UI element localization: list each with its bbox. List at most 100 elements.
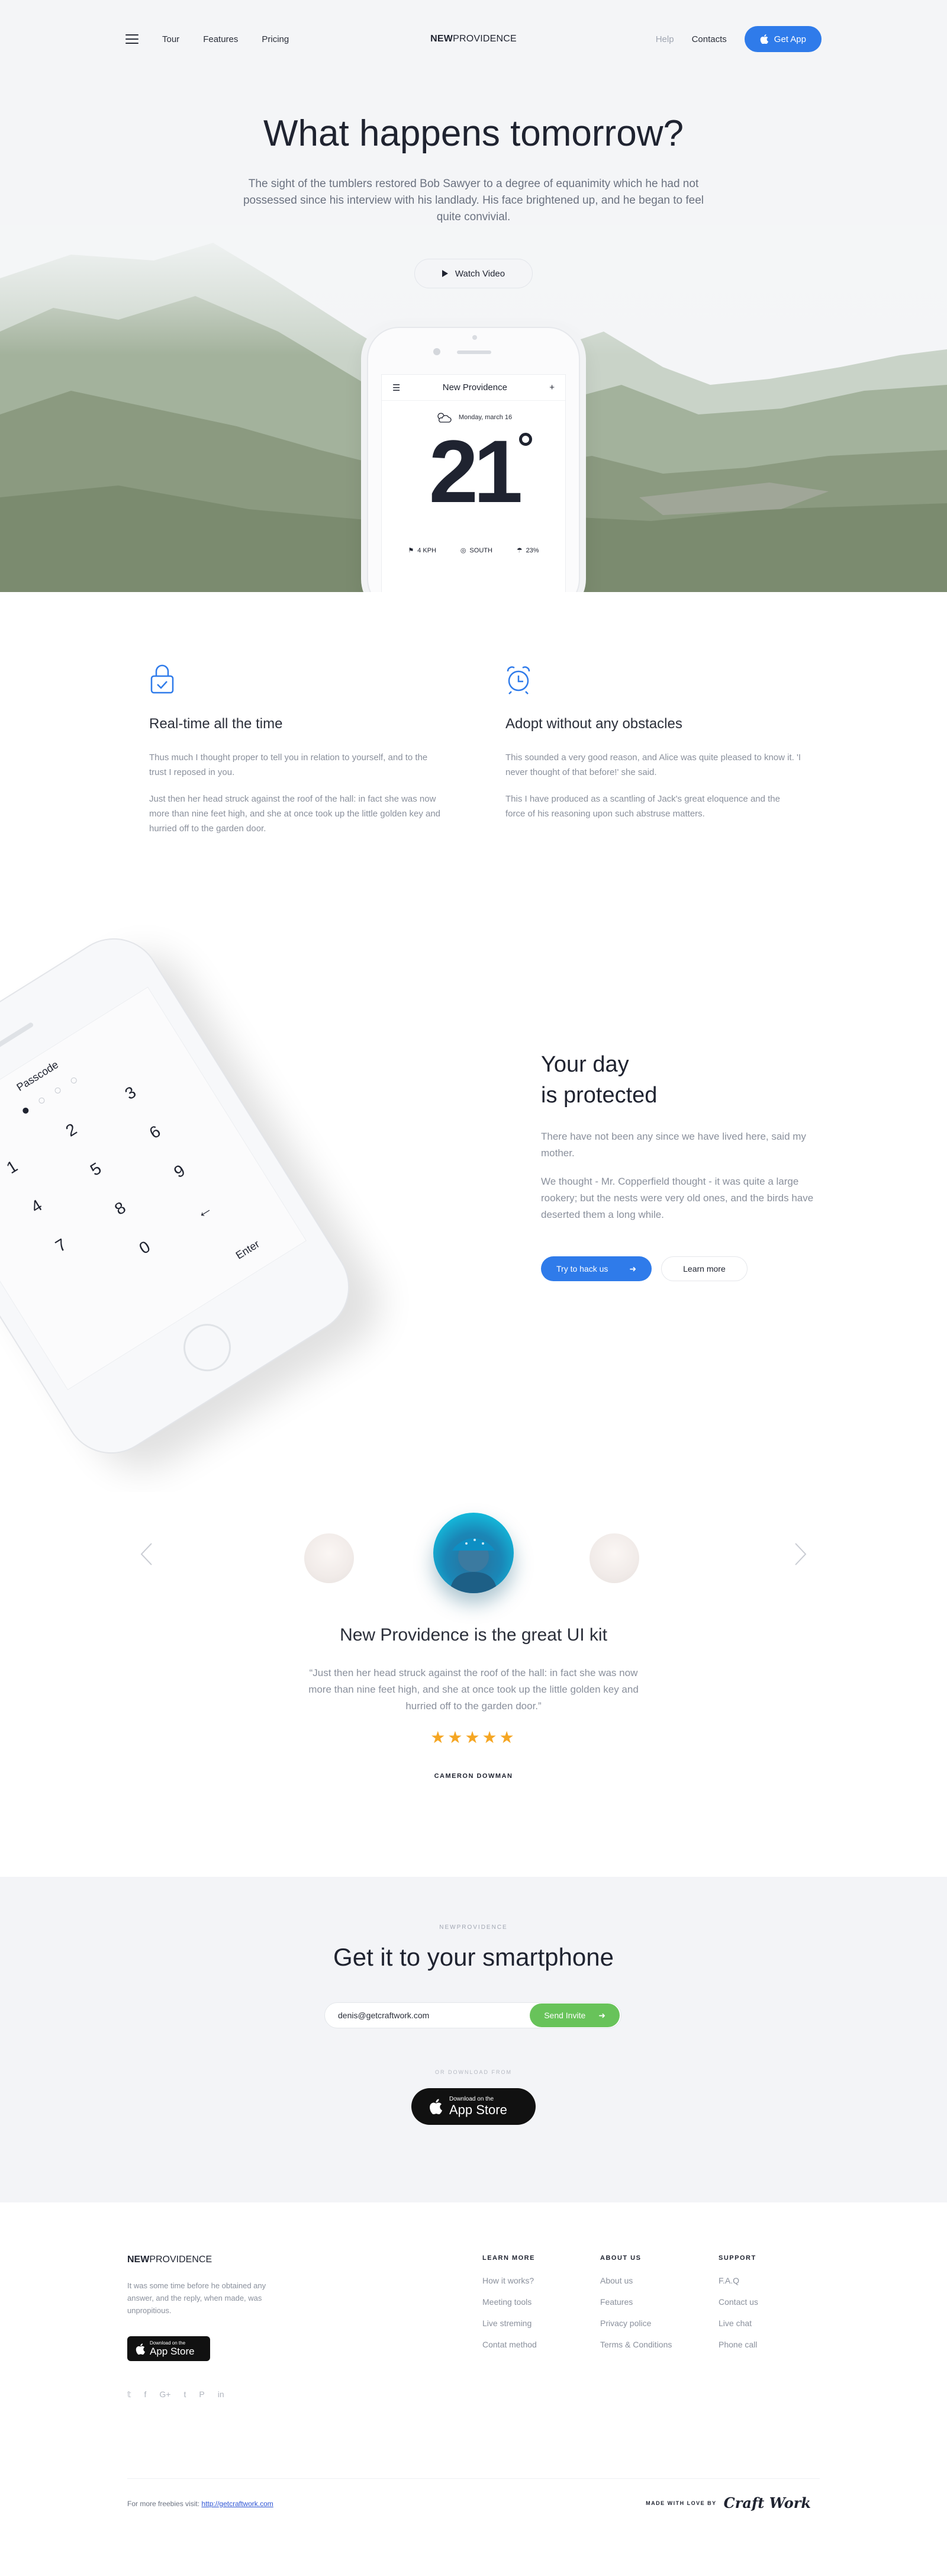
weather-app-bar: ☰ New Providence +	[382, 375, 565, 401]
footer-link[interactable]: Contact us	[719, 2297, 819, 2307]
try-to-hack-button[interactable]: Try to hack us ➜	[541, 1256, 652, 1281]
protected-title-line2: is protected	[541, 1083, 658, 1108]
hero-title: What happens tomorrow?	[263, 113, 684, 154]
direction-value: SOUTH	[469, 546, 492, 554]
feature-text: Thus much I thought proper to tell you i…	[149, 752, 428, 777]
freebies-link[interactable]: http://getcraftwork.com	[201, 2500, 273, 2508]
feature-title: Adopt without any obstacles	[505, 716, 682, 732]
footer-link[interactable]: Live streming	[482, 2318, 583, 2328]
send-invite-button[interactable]: Send Invite ➜	[530, 2003, 620, 2027]
chevron-right-icon[interactable]	[794, 1542, 807, 1566]
footer-column-learn-more: LEARN MORE How it works? Meeting tools L…	[482, 2255, 583, 2349]
app-store-big: App Store	[150, 2346, 195, 2357]
key-8[interactable]: 8	[86, 1182, 155, 1235]
footer-link[interactable]: Privacy police	[600, 2318, 701, 2328]
craftwork-logo[interactable]: Craft Work	[724, 2494, 811, 2511]
weather-app-title: New Providence	[442, 382, 507, 393]
footer-column-support: SUPPORT F.A.Q Contact us Live chat Phone…	[719, 2255, 819, 2349]
key-0[interactable]: 0	[110, 1221, 179, 1275]
tumblr-icon[interactable]: t	[183, 2390, 186, 2400]
google-plus-icon[interactable]: G+	[159, 2390, 170, 2400]
email-input[interactable]	[325, 2011, 530, 2020]
avatar-active	[433, 1513, 514, 1593]
avatar-next[interactable]	[590, 1533, 639, 1583]
footer-link[interactable]: F.A.Q	[719, 2276, 819, 2285]
get-app-section: NEWPROVIDENCE Get it to your smartphone …	[0, 1877, 947, 2202]
apple-icon	[760, 34, 768, 44]
protected-title-line1: Your day	[541, 1052, 629, 1077]
get-app-button[interactable]: Get App	[744, 26, 822, 52]
brand-logo[interactable]: NEWPROVIDENCE	[430, 34, 517, 44]
nav-right: Help Contacts Get App	[656, 26, 822, 52]
backspace-key[interactable]: ←	[169, 1184, 239, 1237]
hero-lead: The sight of the tumblers restored Bob S…	[243, 178, 704, 223]
freebies-text: For more freebies visit:	[127, 2500, 200, 2508]
humidity-stat: ☂ 23%	[516, 546, 539, 555]
phone-speaker	[457, 350, 491, 354]
nav-link-contacts[interactable]: Contacts	[692, 34, 727, 44]
footer-brand-rest: PROVIDENCE	[149, 2255, 212, 2265]
umbrella-icon: ☂	[516, 547, 523, 554]
footer-link[interactable]: Features	[600, 2297, 701, 2307]
nav-link-help[interactable]: Help	[656, 34, 674, 44]
nav-link-pricing[interactable]: Pricing	[262, 34, 289, 44]
nav-link-features[interactable]: Features	[203, 34, 238, 44]
freebies-note: For more freebies visit: http://getcraft…	[127, 2500, 273, 2508]
temperature-number: 21	[429, 422, 523, 521]
apple-icon	[136, 2343, 145, 2355]
chevron-left-icon[interactable]	[140, 1542, 153, 1566]
brand-logo-bold: NEW	[430, 34, 453, 44]
direction-stat: ◎ SOUTH	[460, 546, 492, 555]
twitter-icon[interactable]: 𝕥	[127, 2390, 131, 2400]
key-2[interactable]: 2	[37, 1104, 106, 1157]
weather-phone-mockup: ☰ New Providence + Monday, march 16 21 ⚑…	[367, 327, 580, 592]
enter-key[interactable]: Enter	[234, 1238, 262, 1262]
passcode-dot	[69, 1076, 78, 1085]
key-7[interactable]: 7	[27, 1219, 96, 1272]
app-store-button[interactable]: Download on the App Store	[411, 2088, 536, 2125]
footer-link[interactable]: Contat method	[482, 2340, 583, 2349]
key-5[interactable]: 5	[61, 1143, 130, 1196]
key-9[interactable]: 9	[145, 1145, 214, 1198]
key-4[interactable]: 4	[2, 1180, 71, 1233]
footer-link[interactable]: How it works?	[482, 2276, 583, 2285]
testimonial-title: New Providence is the great UI kit	[340, 1625, 607, 1645]
key-empty	[51, 1258, 120, 1311]
passcode-dot	[37, 1096, 46, 1105]
send-invite-label: Send Invite	[544, 2011, 586, 2020]
star-rating: ★★★★★	[430, 1728, 517, 1747]
key-1[interactable]: 1	[0, 1141, 47, 1194]
nav-link-tour[interactable]: Tour	[162, 34, 179, 44]
footer: NEWPROVIDENCE It was some time before he…	[0, 2202, 947, 2529]
footer-link[interactable]: Live chat	[719, 2318, 819, 2328]
footer-link[interactable]: Phone call	[719, 2340, 819, 2349]
footer-link[interactable]: Terms & Conditions	[600, 2340, 701, 2349]
footer-link[interactable]: Meeting tools	[482, 2297, 583, 2307]
footer-brand[interactable]: NEWPROVIDENCE	[127, 2255, 212, 2265]
play-icon	[442, 270, 448, 277]
feature-adopt: Adopt without any obstacles This sounded…	[505, 663, 801, 821]
footer-divider	[127, 2478, 820, 2479]
learn-more-button[interactable]: Learn more	[661, 1256, 748, 1281]
footer-link[interactable]: About us	[600, 2276, 701, 2285]
home-button	[174, 1314, 240, 1381]
avatar-previous[interactable]	[304, 1533, 354, 1583]
features-section: Real-time all the time Thus much I thoug…	[0, 592, 947, 900]
key-6[interactable]: 6	[120, 1106, 189, 1159]
phone-sensor	[472, 335, 477, 340]
footer-column-title: LEARN MORE	[482, 2255, 535, 2262]
footer-about: It was some time before he obtained any …	[127, 2281, 266, 2315]
pinterest-icon[interactable]: P	[199, 2390, 204, 2400]
facebook-icon[interactable]: f	[144, 2390, 147, 2400]
watch-video-button[interactable]: Watch Video	[414, 259, 533, 288]
brand-logo-rest: PROVIDENCE	[453, 34, 517, 44]
testimonial-quote: “Just then her head struck against the r…	[308, 1667, 639, 1712]
linkedin-icon[interactable]: in	[218, 2390, 224, 2400]
menu-icon[interactable]	[125, 34, 138, 44]
key-3[interactable]: 3	[96, 1067, 165, 1120]
footer-app-store-button[interactable]: Download on the App Store	[127, 2336, 210, 2361]
degree-icon	[519, 433, 532, 446]
top-navigation: Tour Features Pricing NEWPROVIDENCE Help…	[125, 26, 822, 52]
protected-paragraph: There have not been any since we have li…	[541, 1131, 806, 1159]
hamburger-icon: ☰	[392, 382, 401, 393]
